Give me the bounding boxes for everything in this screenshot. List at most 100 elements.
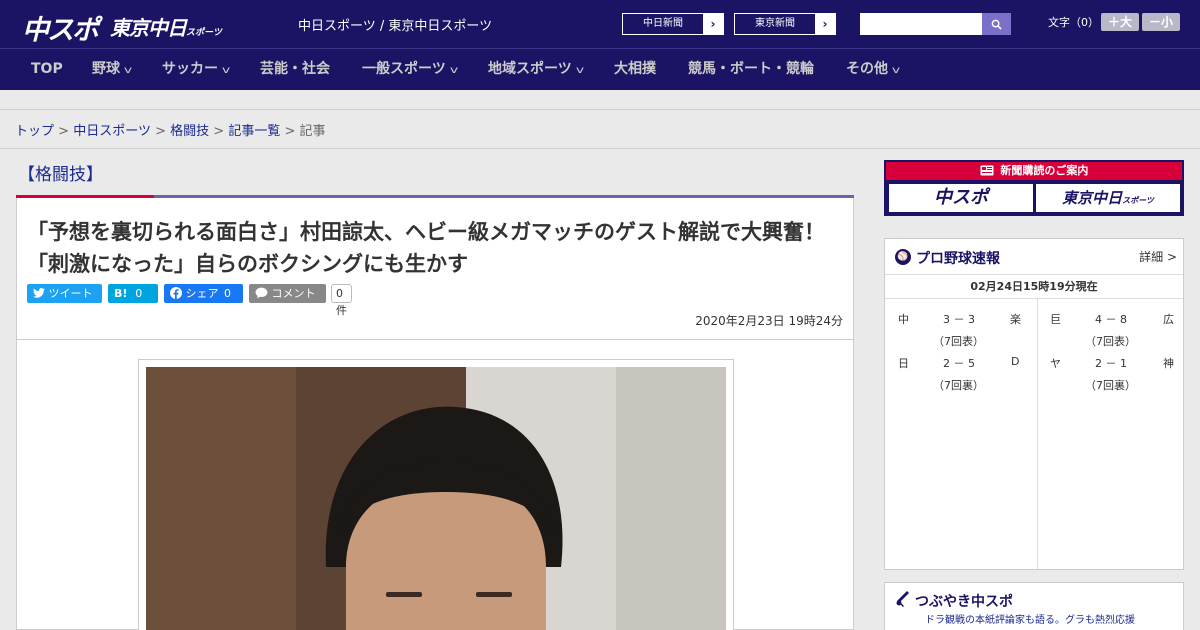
- game-home-team: ヤ: [1050, 357, 1061, 370]
- breadcrumb-separator: >: [58, 124, 70, 139]
- facebook-icon: [170, 287, 182, 299]
- divider: [0, 148, 1200, 149]
- chevron-down-icon: v: [123, 65, 133, 76]
- font-size-up-button[interactable]: ＋大: [1101, 13, 1139, 31]
- article-photo-area: [16, 340, 854, 630]
- article-date: 2020年2月23日 19時24分: [695, 314, 843, 328]
- nav-label: サッカー: [162, 61, 218, 77]
- baseball-scores-widget: ⚾ プロ野球速報 詳細 > 02月24日15時19分現在 中 3 － 3 楽 （…: [884, 238, 1184, 570]
- main-nav: TOP 野球 v サッカー v 芸能・社会 一般スポーツ v 地域スポーツ v 大相撲 …: [0, 48, 1200, 90]
- game-score[interactable]: 2 － 1: [1095, 355, 1127, 371]
- search-icon: [991, 19, 1002, 30]
- game-score[interactable]: 4 － 8: [1095, 311, 1127, 327]
- font-size-label: 文字（0）: [1048, 16, 1099, 29]
- nav-item-entertainment[interactable]: 芸能・社会: [260, 49, 330, 91]
- nav-item-racing[interactable]: 競馬・ボート・競輪: [688, 49, 814, 91]
- photo-frame: [138, 359, 734, 630]
- breadcrumb-chunichi-sports[interactable]: 中日スポーツ: [73, 124, 151, 139]
- search-input[interactable]: [860, 13, 982, 35]
- ad-logo-sub: スポーツ: [1122, 196, 1154, 205]
- nav-label: 大相撲: [614, 61, 656, 77]
- game-status: （7回表）: [1085, 335, 1136, 348]
- tokyo-shimbun-link[interactable]: 東京新聞 ›: [734, 13, 836, 35]
- breadcrumb-article-list[interactable]: 記事一覧: [228, 124, 280, 139]
- hatena-bookmark-button[interactable]: B! 0: [108, 284, 158, 303]
- game-home-team: 日: [898, 357, 909, 370]
- twitter-bird-icon: [33, 288, 45, 298]
- tokyo-chunichi-subscribe-logo[interactable]: 東京中日スポーツ: [1036, 184, 1180, 212]
- nav-item-other[interactable]: その他 v: [846, 49, 900, 91]
- comment-label: コメント: [271, 287, 316, 300]
- nav-item-local-sports[interactable]: 地域スポーツ v: [488, 49, 584, 91]
- font-size-down-button[interactable]: －小: [1142, 13, 1180, 31]
- game-status: （7回裏）: [933, 379, 984, 392]
- baseball-widget-title: プロ野球速報: [916, 251, 1000, 267]
- hatena-icon: B!: [114, 287, 128, 300]
- tokyo-chunichi-logo[interactable]: 東京中日スポーツ: [110, 12, 222, 41]
- chuspo-subscribe-logo[interactable]: 中スポ: [889, 184, 1033, 212]
- article-title: 「予想を裏切られる面白さ」村田諒太、ヘビー級メガマッチのゲスト解説で大興奮！「刺…: [27, 220, 825, 276]
- site-tagline[interactable]: 中日スポーツ / 東京中日スポーツ: [298, 15, 492, 34]
- breadcrumb-top[interactable]: トップ: [15, 124, 54, 139]
- breadcrumb-separator: >: [155, 124, 166, 139]
- chevron-down-icon: v: [449, 65, 458, 76]
- nav-item-baseball[interactable]: 野球 v: [92, 49, 133, 91]
- baseball-detail-link[interactable]: 詳細 >: [1139, 248, 1177, 265]
- chuspo-logo[interactable]: 中スポ: [22, 8, 99, 47]
- game-status: （7回表）: [933, 335, 984, 348]
- breadcrumb-separator: >: [284, 124, 296, 139]
- nav-label: 競馬・ボート・競輪: [688, 61, 814, 77]
- facebook-count: 0: [224, 287, 231, 300]
- tsubuyaki-title: つぶやき中スポ: [915, 594, 1013, 610]
- nav-label: 地域スポーツ: [488, 61, 572, 77]
- game-score[interactable]: 3 － 3: [943, 311, 975, 327]
- nav-item-top[interactable]: TOP: [31, 49, 63, 91]
- game-home-team: 中: [898, 313, 909, 326]
- chunichi-shimbun-link[interactable]: 中日新聞 ›: [622, 13, 724, 35]
- tweet-button[interactable]: ツイート: [27, 284, 102, 303]
- tokyo-logo-text: 東京中日: [110, 16, 187, 40]
- subscription-banner[interactable]: 新聞購読のご案内 中スポ 東京中日スポーツ: [884, 160, 1184, 216]
- nav-label: 一般スポーツ: [362, 61, 446, 77]
- speech-bubble-icon: [255, 287, 268, 299]
- chevron-right-icon: ›: [815, 14, 835, 34]
- chevron-right-icon: ›: [703, 14, 723, 34]
- breadcrumb: トップ > 中日スポーツ > 格闘技 > 記事一覧 > 記事: [15, 120, 326, 139]
- comment-button[interactable]: コメント: [249, 284, 326, 303]
- hatena-count: 0: [135, 287, 143, 300]
- baseball-widget-header: ⚾ プロ野球速報 詳細 >: [885, 239, 1183, 275]
- game-away-team: 楽: [1010, 313, 1021, 326]
- breadcrumb-martial-arts[interactable]: 格闘技: [170, 124, 209, 139]
- nav-label: その他: [846, 61, 888, 77]
- tsubuyaki-subtitle: ドラ観戦の本紙評論家も語る。グラも熱烈応援: [925, 615, 1135, 626]
- nav-label: 野球: [92, 61, 120, 77]
- breadcrumb-separator: >: [213, 124, 225, 139]
- subscription-title: 新聞購読のご案内: [886, 162, 1182, 180]
- nav-item-general-sports[interactable]: 一般スポーツ v: [362, 49, 458, 91]
- article-header: 「予想を裏切られる面白さ」村田諒太、ヘビー級メガマッチのゲスト解説で大興奮！「刺…: [16, 198, 854, 340]
- nav-label: 芸能・社会: [260, 61, 330, 77]
- article-photo[interactable]: [146, 367, 726, 630]
- facebook-share-button[interactable]: シェア 0: [164, 284, 243, 303]
- search-button[interactable]: [982, 13, 1011, 35]
- tokyo-logo-sub: スポーツ: [186, 28, 222, 38]
- nav-item-sumo[interactable]: 大相撲: [614, 49, 656, 91]
- chevron-down-icon: v: [575, 65, 584, 76]
- ext-link-label: 東京新聞: [755, 18, 795, 29]
- category-label[interactable]: 【格闘技】: [18, 160, 103, 185]
- subscription-title-text: 新聞購読のご案内: [1000, 164, 1089, 177]
- nav-item-soccer[interactable]: サッカー v: [162, 49, 230, 91]
- photo-illustration: [146, 367, 726, 630]
- comment-count[interactable]: 0件: [331, 284, 352, 317]
- facebook-label: シェア: [185, 287, 219, 300]
- game-away-team: 神: [1163, 357, 1174, 370]
- game-score[interactable]: 2 － 5: [943, 355, 975, 371]
- tweet-label: ツイート: [48, 287, 93, 300]
- baseball-icon: ⚾: [895, 249, 911, 265]
- baseball-update-time: 02月24日15時19分現在: [885, 275, 1183, 299]
- newspaper-icon: [980, 165, 994, 176]
- megaphone-icon: [895, 589, 913, 611]
- game-status: （7回裏）: [1085, 379, 1136, 392]
- tsubuyaki-widget[interactable]: つぶやき中スポ ドラ観戦の本紙評論家も語る。グラも熱烈応援: [884, 582, 1184, 630]
- nav-label: TOP: [31, 61, 63, 77]
